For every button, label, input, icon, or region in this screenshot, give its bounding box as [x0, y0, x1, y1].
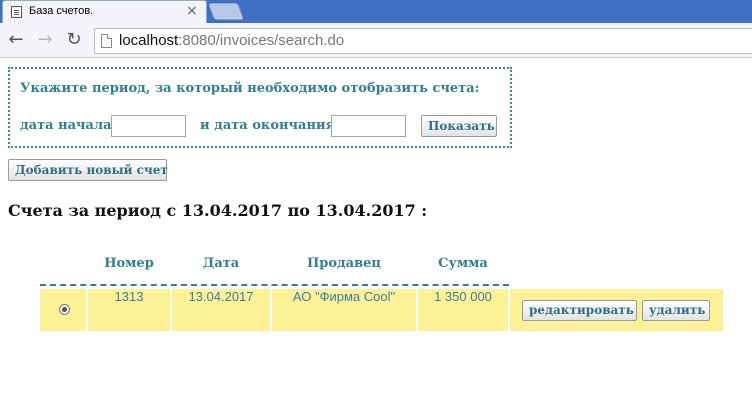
- start-date-input[interactable]: [111, 115, 186, 137]
- browser-tab-strip: База счетов. ×: [0, 0, 752, 23]
- url-path: :8080/invoices/search.do: [178, 32, 345, 49]
- row-select-radio[interactable]: [59, 304, 70, 315]
- cell-amount: 1 350 000: [434, 289, 492, 304]
- cell-number: 1313: [114, 289, 144, 304]
- start-date-label: дата начала: [20, 118, 112, 133]
- end-date-label: и дата окончания: [200, 118, 336, 133]
- period-heading: Счета за период с 13.04.2017 по 13.04.20…: [8, 201, 428, 220]
- reload-icon[interactable]: ↻: [63, 29, 85, 51]
- back-arrow-icon[interactable]: ←: [5, 29, 27, 51]
- add-invoice-button[interactable]: Добавить новый счет: [8, 159, 168, 181]
- url-host: localhost: [119, 32, 179, 49]
- url-text: localhost:8080/invoices/search.do: [119, 32, 344, 49]
- table-row: 1313 13.04.2017 АО "Фирма Cool" 1 350 00…: [40, 289, 723, 331]
- new-tab-button[interactable]: [207, 3, 245, 20]
- radio-selected-dot: [62, 307, 67, 312]
- page-icon: [101, 34, 112, 48]
- address-bar[interactable]: localhost:8080/invoices/search.do: [94, 28, 752, 54]
- forward-arrow-icon[interactable]: →: [34, 29, 56, 51]
- column-divider: [508, 289, 510, 331]
- browser-toolbar: ← → ↻ localhost:8080/invoices/search.do: [0, 23, 752, 58]
- column-header-date: Дата: [202, 256, 240, 271]
- table-header-divider: [40, 284, 509, 286]
- page-favicon-icon: [11, 6, 22, 18]
- cell-date: 13.04.2017: [188, 289, 254, 304]
- column-header-amount: Сумма: [438, 256, 488, 271]
- column-header-seller: Продавец: [306, 256, 382, 271]
- delete-button[interactable]: удалить: [642, 300, 710, 321]
- browser-tab[interactable]: База счетов. ×: [2, 0, 207, 23]
- column-header-number: Номер: [104, 256, 154, 271]
- end-date-input[interactable]: [331, 115, 406, 137]
- period-filter-form: Укажите период, за который необходимо от…: [8, 67, 512, 148]
- filter-prompt: Укажите период, за который необходимо от…: [20, 81, 480, 96]
- show-button[interactable]: Показать: [421, 115, 497, 137]
- cell-seller: АО "Фирма Cool": [292, 289, 396, 304]
- edit-button[interactable]: редактировать: [522, 300, 637, 321]
- tab-title: База счетов.: [29, 5, 94, 17]
- tab-close-icon[interactable]: ×: [186, 3, 198, 19]
